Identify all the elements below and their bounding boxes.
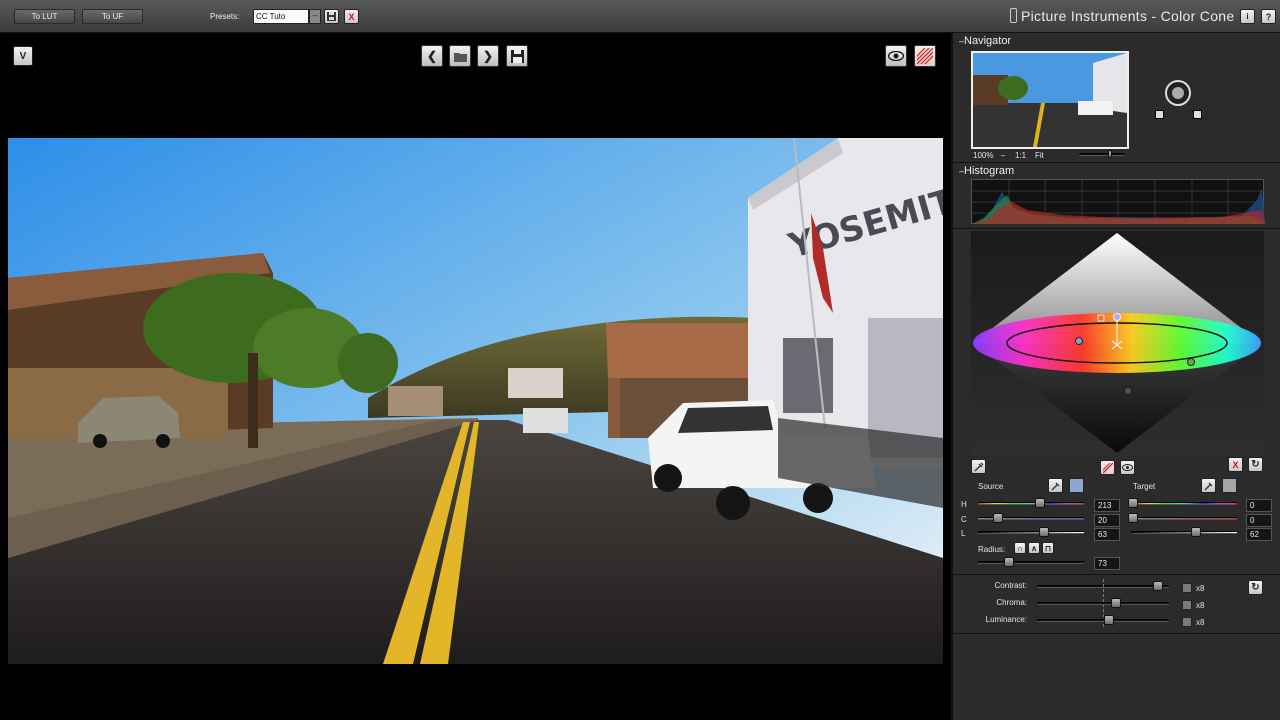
gamut-warning-icon[interactable] (914, 45, 936, 67)
preset-dropdown-button[interactable]: – (309, 9, 321, 24)
navigator-zoom-slider[interactable] (1079, 153, 1125, 156)
zoom-100-label[interactable]: 100% (973, 151, 993, 160)
zoom-slider-icon[interactable]: – (1001, 151, 1005, 160)
target-eyedropper-icon[interactable] (1201, 478, 1216, 493)
source-chroma-thumb[interactable] (993, 513, 1003, 523)
radius-thumb[interactable] (1004, 557, 1014, 567)
target-label: Target (1133, 482, 1156, 491)
radius-smooth-icon[interactable]: ∩ (1014, 542, 1026, 554)
contrast-x8-checkbox[interactable] (1182, 583, 1192, 593)
presets-label: Presets: (210, 12, 240, 21)
chroma-row-label: C (961, 515, 967, 524)
rotate-right-handle[interactable] (1193, 110, 1202, 119)
source-label: Source (978, 482, 1004, 491)
zoom-fit-button[interactable]: Fit (1035, 151, 1044, 160)
source-luminance-slider[interactable] (978, 531, 1084, 534)
target-hue-thumb[interactable] (1128, 498, 1138, 508)
histogram-chart (971, 179, 1265, 225)
top-toolbar: To LUT To UF Presets: CC Tuto – X Pictur… (0, 0, 1280, 33)
control-panel: Navigator 100% – 1:1 Fit Histogram (951, 33, 1280, 720)
luminance-x8-checkbox[interactable] (1182, 617, 1192, 627)
cone-preview-eye-icon[interactable] (1120, 460, 1135, 475)
main-photo: YOSEMIT (8, 138, 943, 664)
luminance-row-label: L (961, 529, 966, 538)
source-hue-thumb[interactable] (1035, 498, 1045, 508)
luminance-label: Luminance: (985, 615, 1027, 624)
contrast-thumb[interactable] (1153, 581, 1163, 591)
target-luminance-value[interactable]: 62 (1246, 528, 1272, 541)
target-hue-value[interactable]: 0 (1246, 499, 1272, 512)
gamut-overlay-icon[interactable] (1100, 460, 1115, 475)
target-chroma-slider[interactable] (1131, 517, 1237, 520)
preview-eye-icon[interactable] (885, 45, 907, 67)
save-image-button[interactable] (506, 45, 528, 67)
radius-label: Radius: (978, 545, 1006, 554)
preset-field[interactable]: CC Tuto (253, 9, 309, 24)
zoom-1-1-button[interactable]: 1:1 (1015, 151, 1026, 160)
luminance-slider[interactable] (1037, 619, 1169, 622)
chroma-thumb[interactable] (1111, 598, 1121, 608)
luminance-x8-label: x8 (1196, 618, 1205, 627)
color-cone-view[interactable] (971, 231, 1264, 456)
chroma-x8-label: x8 (1196, 601, 1205, 610)
source-luminance-thumb[interactable] (1039, 527, 1049, 537)
app-title: Picture Instruments - Color Cone (1010, 8, 1234, 24)
open-folder-button[interactable] (449, 45, 471, 67)
contrast-label: Contrast: (994, 581, 1027, 590)
chroma-x8-checkbox[interactable] (1182, 600, 1192, 610)
target-chroma-thumb[interactable] (1128, 513, 1138, 523)
navigator-thumbnail[interactable] (971, 51, 1129, 149)
radius-value[interactable]: 73 (1094, 557, 1120, 570)
hue-label: H (961, 500, 967, 509)
target-hue-slider[interactable] (1131, 502, 1237, 505)
target-luminance-slider[interactable] (1131, 531, 1237, 534)
help-icon[interactable]: ? (1261, 9, 1276, 24)
radius-hard-icon[interactable]: ⊓ (1042, 542, 1054, 554)
target-luminance-thumb[interactable] (1191, 527, 1201, 537)
reset-cone-icon[interactable]: ↻ (1248, 457, 1263, 472)
source-eyedropper-icon[interactable] (1048, 478, 1063, 493)
reset-adjustments-icon[interactable]: ↻ (1248, 580, 1263, 595)
radius-slider[interactable] (978, 561, 1084, 564)
to-lut-button[interactable]: To LUT (14, 9, 75, 24)
source-hue-slider[interactable] (978, 502, 1084, 505)
source-color-swatch[interactable] (1069, 478, 1084, 493)
target-chroma-value[interactable]: 0 (1246, 514, 1272, 527)
navigator-zoom-thumb[interactable] (1108, 150, 1112, 158)
chroma-label: Chroma: (996, 598, 1027, 607)
to-uf-button[interactable]: To UF (82, 9, 143, 24)
source-chroma-value[interactable]: 20 (1094, 514, 1120, 527)
source-hue-value[interactable]: 213 (1094, 499, 1120, 512)
eyedropper-icon[interactable] (971, 459, 986, 474)
image-viewer: V ❮ ❯ YOSEMIT (0, 33, 951, 720)
delete-preset-icon[interactable]: X (344, 9, 359, 24)
source-luminance-value[interactable]: 63 (1094, 528, 1120, 541)
rotate-left-handle[interactable] (1155, 110, 1164, 119)
app-logo-icon (1010, 8, 1017, 23)
target-color-swatch[interactable] (1222, 478, 1237, 493)
cone-rotate-knob-icon[interactable] (1163, 78, 1193, 108)
contrast-x8-label: x8 (1196, 584, 1205, 593)
delete-point-icon[interactable]: X (1228, 457, 1243, 472)
previous-image-button[interactable]: ❮ (421, 45, 443, 67)
info-icon[interactable]: i (1240, 9, 1255, 24)
next-image-button[interactable]: ❯ (477, 45, 499, 67)
compare-toggle-icon[interactable]: V (13, 46, 33, 66)
radius-linear-icon[interactable]: ∧ (1028, 542, 1040, 554)
chroma-slider[interactable] (1037, 602, 1169, 605)
navigator-section-title[interactable]: Navigator (959, 35, 1011, 47)
histogram-section-title[interactable]: Histogram (959, 165, 1014, 177)
luminance-thumb[interactable] (1104, 615, 1114, 625)
save-preset-icon[interactable] (324, 9, 339, 24)
